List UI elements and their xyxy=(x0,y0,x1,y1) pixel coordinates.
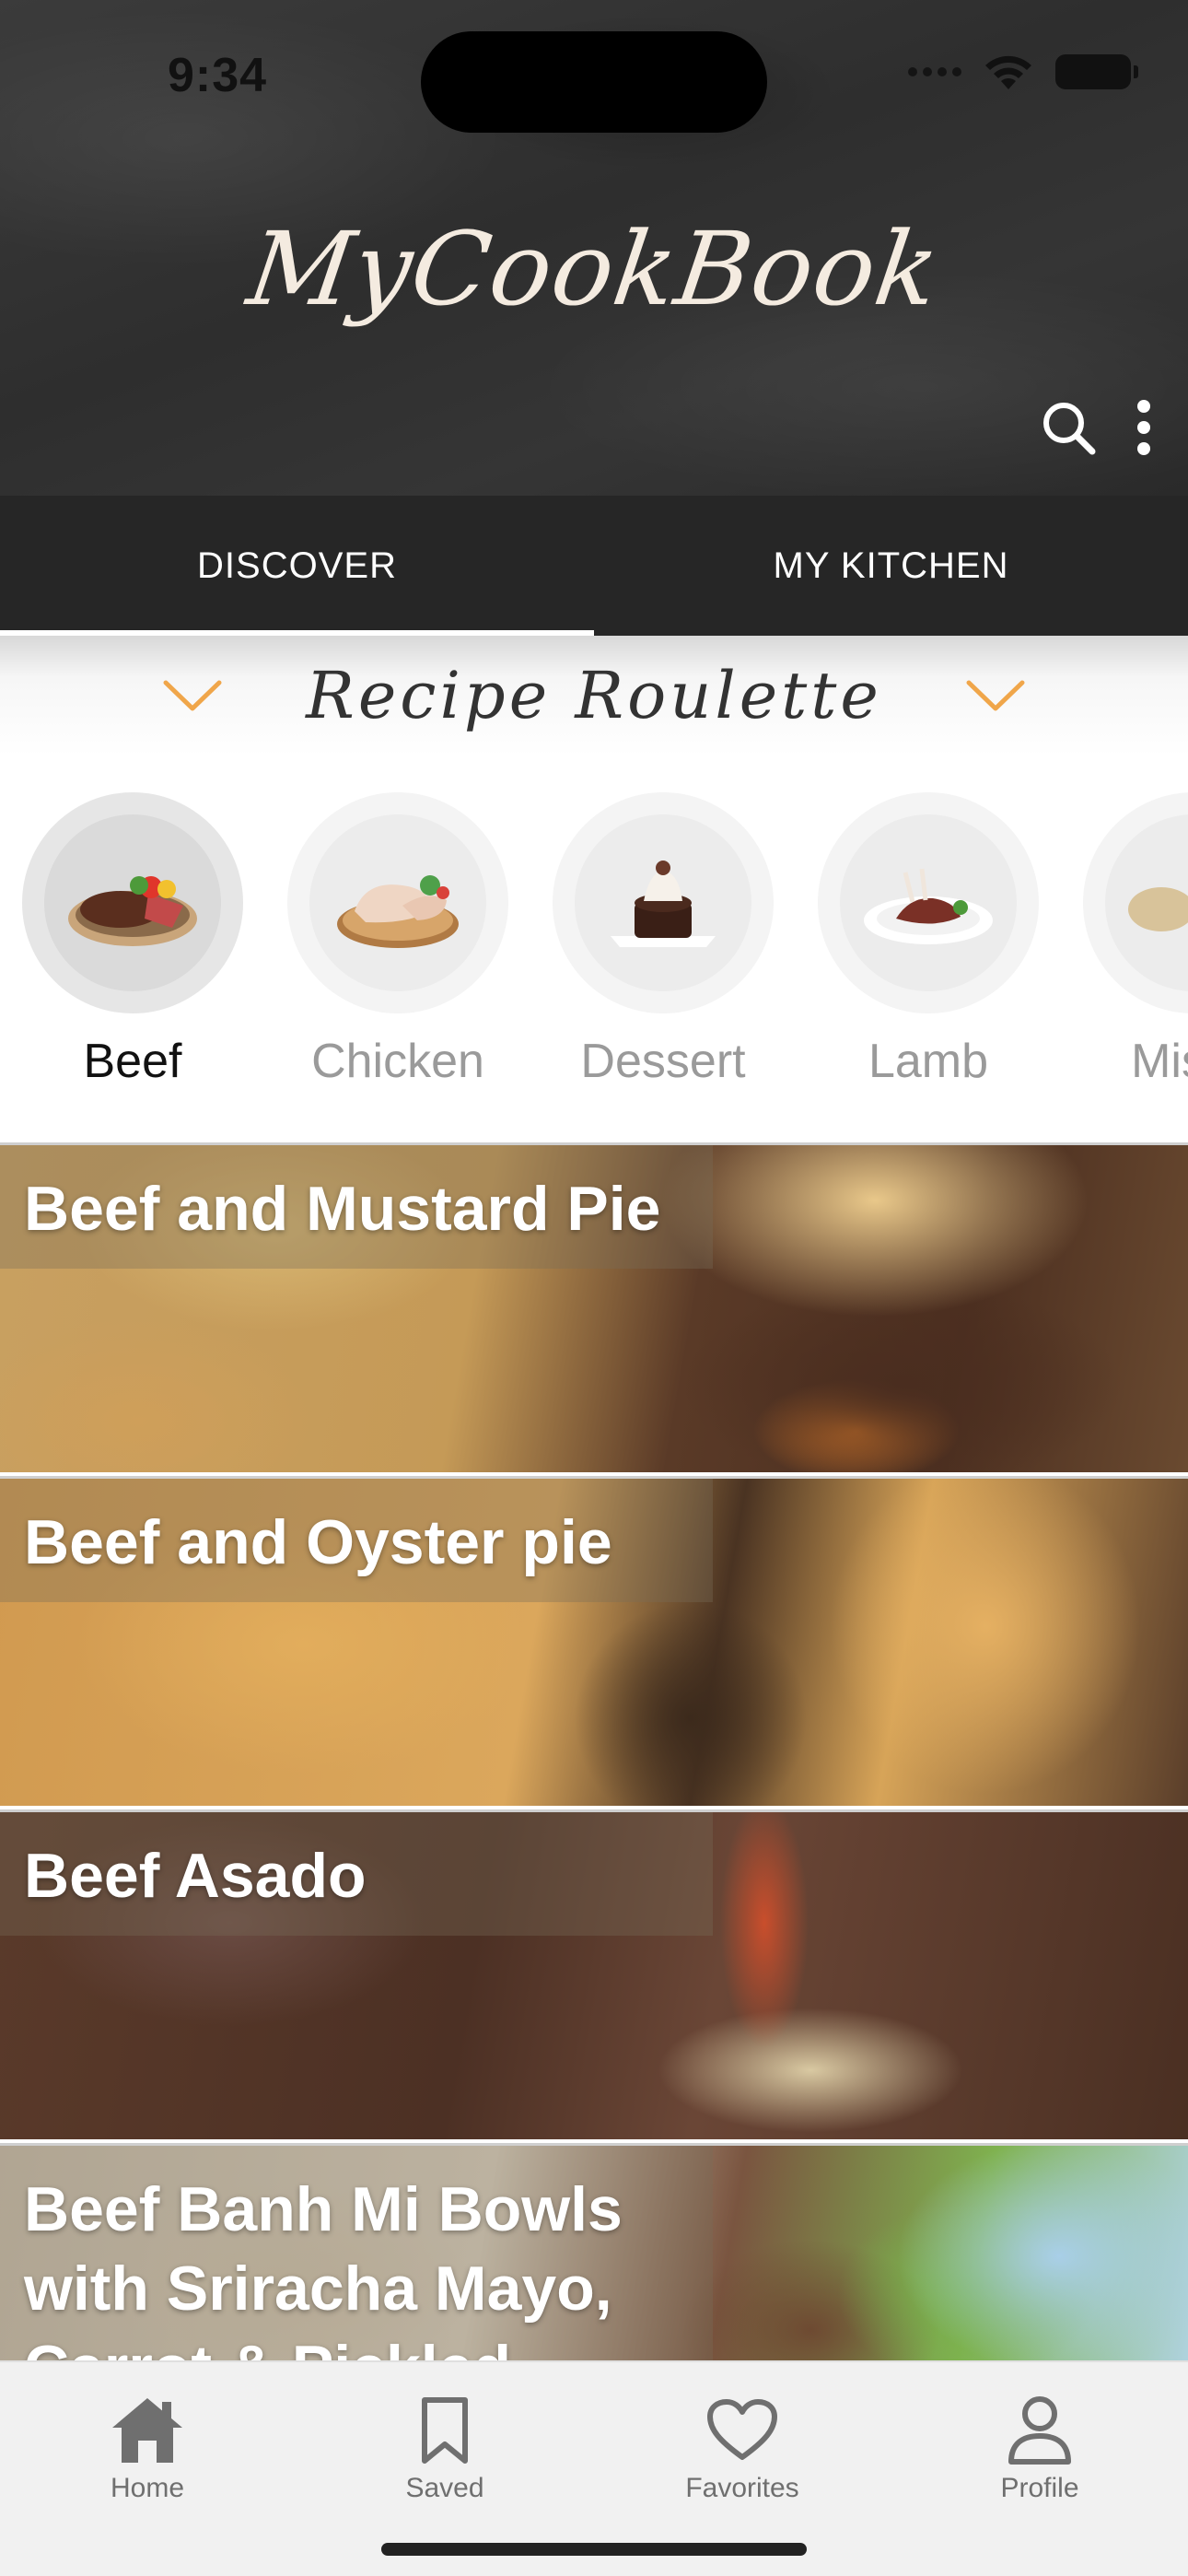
category-carousel[interactable]: Beef Chicken Dessert Lamb Mi xyxy=(0,792,1188,1142)
recipe-title: Beef and Mustard Pie xyxy=(24,1174,661,1244)
home-indicator[interactable] xyxy=(381,2543,807,2556)
category-image xyxy=(287,792,508,1013)
category-label: Lamb xyxy=(868,1035,989,1088)
recipe-title: Beef Asado xyxy=(24,1841,367,1911)
nav-favorites[interactable]: Favorites xyxy=(650,2390,834,2504)
nav-home[interactable]: Home xyxy=(55,2390,239,2504)
recipe-title-box: Beef and Mustard Pie xyxy=(0,1145,713,1269)
app-screen: 9:34 MyCookBook DISCOVER MY KITCHEN Reci… xyxy=(0,0,1188,2576)
top-tabs: DISCOVER MY KITCHEN xyxy=(0,496,1188,636)
nav-label: Home xyxy=(110,2473,185,2503)
category-miscellaneous[interactable]: Misce xyxy=(1083,792,1188,1089)
app-header: 9:34 MyCookBook xyxy=(0,0,1188,496)
dynamic-island xyxy=(421,31,767,133)
category-label: Beef xyxy=(83,1035,182,1088)
category-chicken[interactable]: Chicken xyxy=(287,792,508,1089)
chevron-down-icon xyxy=(163,680,222,711)
category-image xyxy=(1083,792,1188,1013)
recipe-title: Beef Banh Mi Bowls with Sriracha Mayo, C… xyxy=(24,2174,623,2360)
recipe-title-box: Beef Asado xyxy=(0,1812,713,1936)
category-dessert[interactable]: Dessert xyxy=(553,792,774,1089)
category-image xyxy=(22,792,243,1013)
more-vertical-icon[interactable] xyxy=(1135,398,1153,457)
status-icons xyxy=(908,53,1138,90)
wifi-icon xyxy=(985,55,1031,89)
nav-profile[interactable]: Profile xyxy=(948,2390,1132,2504)
misc-food-icon xyxy=(1128,887,1188,931)
recipe-title: Beef and Oyster pie xyxy=(24,1507,612,1577)
search-icon[interactable] xyxy=(1039,398,1098,457)
nav-label: Favorites xyxy=(685,2473,799,2503)
roulette-title: Recipe Roulette xyxy=(306,658,882,733)
person-icon xyxy=(1008,2396,1071,2465)
recipe-card[interactable]: Beef and Mustard Pie xyxy=(0,1142,1188,1472)
app-title: MyCookBook xyxy=(241,210,947,328)
battery-icon xyxy=(1055,54,1138,89)
nav-label: Saved xyxy=(405,2473,484,2503)
recipe-list: Beef and Mustard Pie Beef and Oyster pie… xyxy=(0,1142,1188,2360)
category-beef[interactable]: Beef xyxy=(22,792,243,1089)
recipe-title-box: Beef Banh Mi Bowls with Sriracha Mayo, C… xyxy=(0,2146,713,2360)
recipe-card[interactable]: Beef Banh Mi Bowls with Sriracha Mayo, C… xyxy=(0,2143,1188,2360)
tab-my-kitchen[interactable]: MY KITCHEN xyxy=(594,496,1188,636)
dessert-icon xyxy=(611,861,716,947)
home-icon xyxy=(112,2398,182,2463)
lamb-icon xyxy=(864,868,993,944)
cellular-signal-icon xyxy=(908,67,961,76)
recipe-card[interactable]: Beef and Oyster pie xyxy=(0,1476,1188,1806)
status-time: 9:34 xyxy=(168,49,268,102)
category-image xyxy=(553,792,774,1013)
tab-discover[interactable]: DISCOVER xyxy=(0,496,594,636)
recipe-title-box: Beef and Oyster pie xyxy=(0,1479,713,1602)
category-label: Chicken xyxy=(311,1035,484,1088)
recipe-roulette[interactable]: Recipe Roulette xyxy=(0,636,1188,755)
recipe-card[interactable]: Beef Asado xyxy=(0,1809,1188,2139)
heart-icon xyxy=(707,2399,777,2460)
chicken-icon xyxy=(337,875,459,948)
chevron-down-icon xyxy=(966,680,1025,711)
header-actions xyxy=(1039,398,1153,457)
category-lamb[interactable]: Lamb xyxy=(818,792,1039,1089)
nav-saved[interactable]: Saved xyxy=(353,2390,537,2504)
category-image xyxy=(818,792,1039,1013)
steak-plate-icon xyxy=(68,876,197,946)
nav-label: Profile xyxy=(1000,2473,1079,2503)
category-label: Dessert xyxy=(580,1035,746,1088)
bookmark-icon xyxy=(422,2397,468,2464)
category-label: Misce xyxy=(1131,1035,1188,1088)
